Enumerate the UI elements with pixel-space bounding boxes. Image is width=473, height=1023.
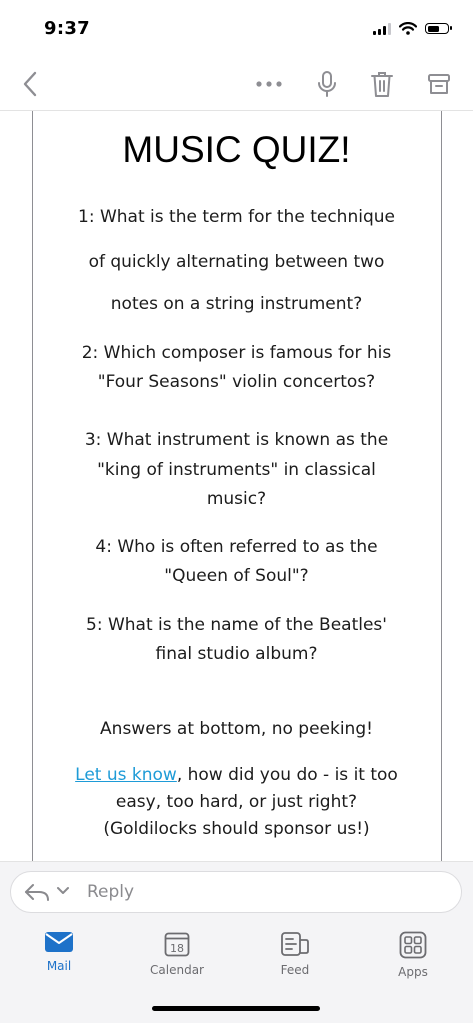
calendar-icon: 18	[164, 932, 190, 957]
question-3-line-2: "king of instruments" in classical	[97, 460, 376, 480]
cellular-signal-icon	[373, 22, 391, 35]
ellipsis-icon	[256, 81, 282, 87]
dictate-button[interactable]	[309, 66, 345, 102]
question-2-line-1: 2: Which composer is famous for his	[81, 343, 392, 363]
quiz-title: MUSIC QUIZ!	[122, 129, 351, 170]
question-2-line-2: "Four Seasons" violin concertos?	[97, 372, 376, 392]
reply-field[interactable]: Reply	[10, 871, 462, 913]
answers-note: Answers at bottom, no peeking!	[100, 719, 373, 739]
question-5-line-1: 5: What is the name of the Beatles'	[86, 615, 387, 635]
chevron-left-icon	[23, 71, 37, 97]
question-3-line-1: 3: What instrument is known as the	[84, 430, 389, 450]
question-3-line-3: music?	[206, 489, 267, 509]
tab-mail[interactable]: Mail	[14, 931, 104, 973]
question-4-line-2: "Queen of Soul"?	[164, 566, 309, 586]
mail-icon	[45, 932, 73, 952]
feed-icon	[281, 932, 309, 956]
status-bar: 9:37	[0, 0, 473, 56]
chevron-down-icon[interactable]	[56, 886, 70, 896]
tab-mail-label: Mail	[46, 959, 72, 973]
microphone-icon	[318, 71, 336, 97]
tab-feed[interactable]: Feed	[250, 931, 340, 977]
feedback-line-1-text: , how did you do - is it too	[176, 765, 398, 785]
tab-calendar[interactable]: 18 Calendar	[132, 931, 222, 977]
question-1-line-3: notes on a string instrument?	[110, 294, 363, 314]
wifi-icon	[399, 22, 417, 35]
tab-calendar-label: Calendar	[150, 963, 204, 977]
status-time: 9:37	[44, 18, 90, 39]
apps-grid-icon	[399, 931, 427, 959]
email-toolbar	[0, 56, 473, 111]
battery-icon	[425, 23, 452, 34]
email-body[interactable]: MUSIC QUIZ! 1: What is the term for the …	[0, 111, 473, 861]
tab-apps-label: Apps	[398, 965, 428, 979]
calendar-date-badge: 18	[170, 942, 184, 955]
question-4-line-1: 4: Who is often referred to as the	[95, 537, 378, 557]
tab-feed-label: Feed	[280, 963, 310, 977]
tab-apps[interactable]: Apps	[368, 931, 458, 979]
back-button[interactable]	[12, 66, 48, 102]
status-icons	[373, 22, 452, 35]
feedback-line-1: Let us know, how did you do - is it too	[50, 765, 423, 785]
question-1-line-1: 1: What is the term for the technique	[78, 207, 395, 227]
archive-button[interactable]	[421, 66, 457, 102]
delete-button[interactable]	[364, 66, 400, 102]
more-button[interactable]	[251, 66, 287, 102]
let-us-know-link[interactable]: Let us know	[75, 765, 177, 785]
trash-icon	[371, 72, 393, 97]
feedback-line-3: (Goldilocks should sponsor us!)	[103, 819, 370, 839]
reply-placeholder: Reply	[87, 882, 135, 902]
feedback-line-2: easy, too hard, or just right?	[115, 792, 358, 812]
reply-bar: Reply	[0, 861, 473, 922]
archive-icon	[428, 74, 450, 94]
question-5-line-2: final studio album?	[155, 644, 318, 664]
reply-arrow-icon[interactable]	[23, 880, 51, 904]
question-1-line-2: of quickly alternating between two	[88, 252, 385, 272]
home-indicator[interactable]	[152, 1006, 320, 1011]
